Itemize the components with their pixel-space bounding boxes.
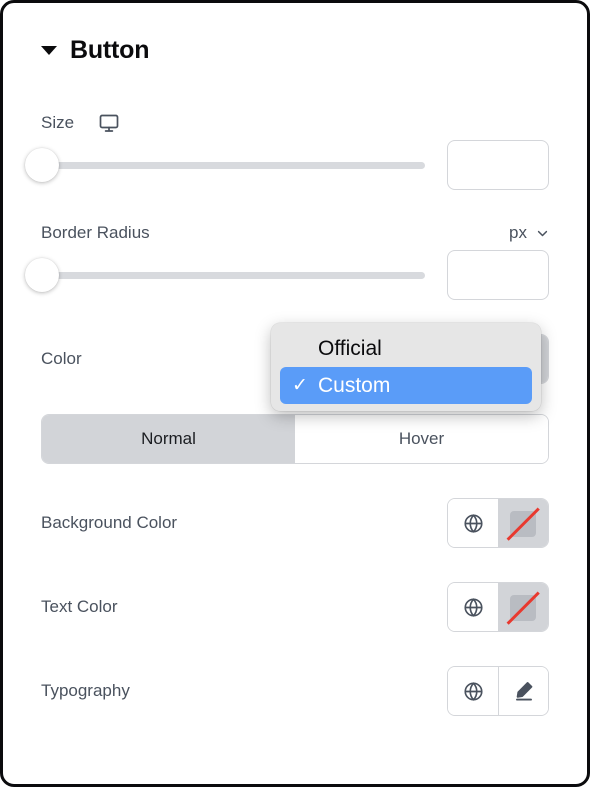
background-color-controls <box>447 498 549 548</box>
desktop-monitor-icon[interactable] <box>98 112 120 134</box>
background-color-globe-button[interactable] <box>448 499 498 547</box>
typography-edit-button[interactable] <box>498 667 548 715</box>
state-tabs: Normal Hover <box>41 414 549 464</box>
text-color-globe-button[interactable] <box>448 583 498 631</box>
size-slider-row <box>3 136 587 194</box>
panel-title: Button <box>70 36 150 64</box>
border-radius-slider-row <box>3 246 587 304</box>
background-color-swatch-button[interactable] <box>498 499 548 547</box>
dropdown-option-custom[interactable]: ✓ Custom <box>280 367 532 404</box>
settings-panel: Button Size Border Radius px Color Norma… <box>0 0 590 787</box>
border-radius-unit-selector[interactable]: px <box>509 223 549 243</box>
size-value-input[interactable] <box>447 140 549 190</box>
size-slider-thumb[interactable] <box>25 148 59 182</box>
size-label: Size <box>41 113 75 132</box>
globe-icon <box>463 681 483 701</box>
globe-icon <box>463 597 483 617</box>
size-slider-track[interactable] <box>42 161 425 169</box>
border-radius-value-input[interactable] <box>447 250 549 300</box>
checkmark-icon: ✓ <box>292 375 308 396</box>
border-radius-slider-track[interactable] <box>42 271 425 279</box>
dropdown-option-label: Official <box>318 336 382 360</box>
panel-header[interactable]: Button <box>3 3 587 65</box>
caret-down-icon[interactable] <box>41 46 57 55</box>
background-color-row: Background Color <box>3 498 587 548</box>
custom-dropdown-menu: Official ✓ Custom <box>271 323 541 411</box>
pencil-edit-icon <box>515 682 532 701</box>
size-slider[interactable] <box>25 148 425 182</box>
border-radius-label: Border Radius <box>41 223 150 242</box>
size-row: Size <box>3 110 587 136</box>
globe-icon <box>463 513 483 533</box>
text-color-row: Text Color <box>3 582 587 632</box>
dropdown-option-label: Custom <box>318 373 391 397</box>
dropdown-option-official[interactable]: Official <box>280 330 532 367</box>
color-label: Color <box>41 349 82 368</box>
text-color-label: Text Color <box>41 597 118 616</box>
typography-row: Typography <box>3 666 587 716</box>
border-radius-slider[interactable] <box>25 258 425 292</box>
border-radius-slider-thumb[interactable] <box>25 258 59 292</box>
border-radius-row: Border Radius px <box>3 220 587 246</box>
text-color-swatch-button[interactable] <box>498 583 548 631</box>
tab-hover[interactable]: Hover <box>295 415 548 463</box>
unit-label: px <box>509 223 527 242</box>
background-color-label: Background Color <box>41 513 178 532</box>
text-color-controls <box>447 582 549 632</box>
typography-label: Typography <box>41 681 130 700</box>
chevron-down-icon <box>537 230 548 236</box>
typography-controls <box>447 666 549 716</box>
typography-globe-button[interactable] <box>448 667 498 715</box>
tab-normal[interactable]: Normal <box>42 415 295 463</box>
